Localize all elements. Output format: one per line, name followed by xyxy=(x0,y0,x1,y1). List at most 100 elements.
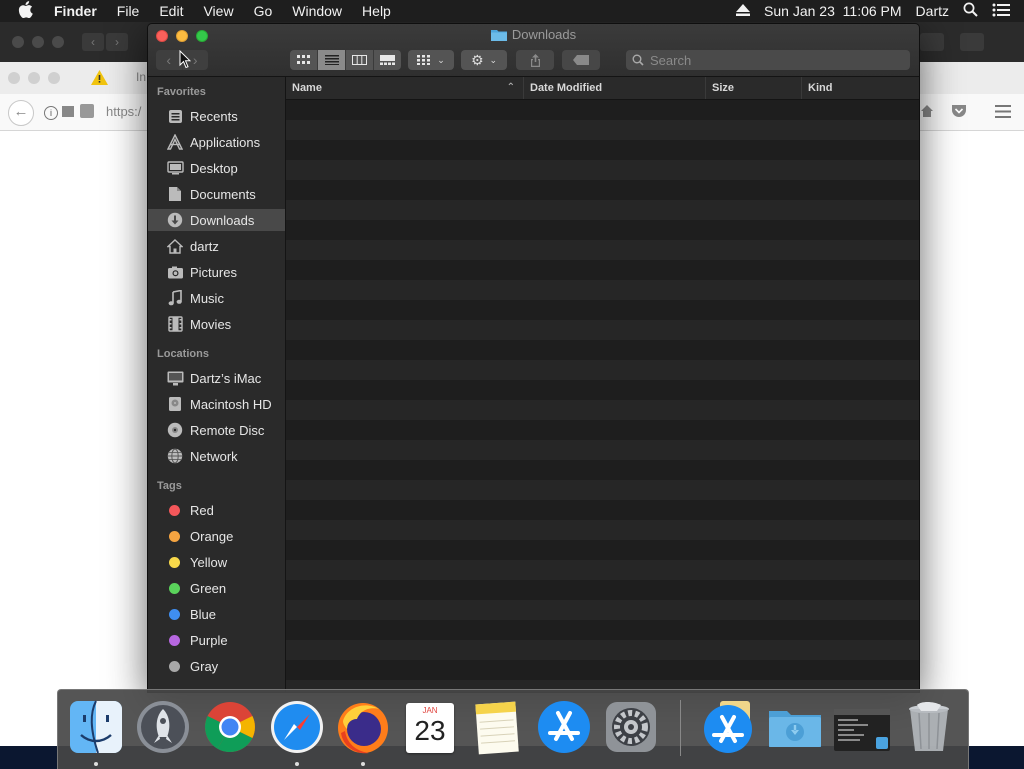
sidebar-tag-purple[interactable]: Purple xyxy=(148,629,285,651)
menu-go[interactable]: Go xyxy=(254,3,273,19)
yellow-tag-icon xyxy=(169,556,180,568)
sidebar-tag-blue[interactable]: Blue xyxy=(148,603,285,625)
list-view-button[interactable] xyxy=(318,50,346,70)
browser-close-button[interactable] xyxy=(12,36,24,48)
column-size-label: Size xyxy=(712,82,735,94)
calendar-day: 23 xyxy=(414,715,446,746)
menu-help[interactable]: Help xyxy=(362,3,391,19)
dock-safari[interactable] xyxy=(269,699,325,755)
network-icon xyxy=(166,448,184,464)
empty-row xyxy=(286,200,919,220)
empty-row xyxy=(286,160,919,180)
menu-edit[interactable]: Edit xyxy=(159,3,183,19)
sidebar-item-label: Movies xyxy=(190,316,232,332)
eject-icon[interactable] xyxy=(736,3,751,19)
sidebar-item-recents[interactable]: Recents xyxy=(148,105,285,127)
search-field[interactable] xyxy=(626,50,910,70)
sidebar-item-movies[interactable]: Movies xyxy=(148,313,285,335)
sidebar-item-applications[interactable]: Applications xyxy=(148,131,285,153)
column-date-modified[interactable]: Date Modified xyxy=(524,77,706,99)
dock-finder[interactable] xyxy=(68,699,124,755)
sidebar-item-downloads[interactable]: Downloads xyxy=(148,209,285,231)
dock-app-store[interactable] xyxy=(536,699,592,755)
column-view-button[interactable] xyxy=(346,50,374,70)
apple-menu-icon[interactable] xyxy=(18,1,38,21)
dock-firefox[interactable] xyxy=(335,699,391,755)
forward-arrow-icon[interactable]: › xyxy=(106,33,128,51)
sidebar-item-desktop[interactable]: Desktop xyxy=(148,157,285,179)
menu-view[interactable]: View xyxy=(203,3,233,19)
sidebar-item-label: dartz xyxy=(190,238,219,254)
menu-finder[interactable]: Finder xyxy=(54,3,97,19)
sidebar-item-documents[interactable]: Documents xyxy=(148,183,285,205)
sort-ascending-icon: ⌃ xyxy=(506,82,515,93)
sidebar-tag-red[interactable]: Red xyxy=(148,499,285,521)
dock-trash[interactable] xyxy=(901,699,957,755)
user-menu[interactable]: Dartz xyxy=(916,3,949,19)
sidebar-item-label: Downloads xyxy=(190,212,255,228)
empty-row xyxy=(286,280,919,300)
back-button[interactable]: ← xyxy=(8,100,34,126)
clock[interactable]: Sun Jan 23 11:06 PM xyxy=(764,3,902,19)
sidebar-tag-orange[interactable]: Orange xyxy=(148,525,285,547)
site-info-icon[interactable]: i xyxy=(44,106,58,120)
sidebar-section-favorites: Favorites xyxy=(157,86,206,98)
dock-downloads-folder[interactable] xyxy=(767,699,823,755)
mouse-pointer xyxy=(179,49,192,72)
sidebar-item-imac[interactable]: Dartz’s iMac xyxy=(148,367,285,389)
sidebar-tag-gray[interactable]: Gray xyxy=(148,655,285,677)
share-button[interactable] xyxy=(516,50,554,70)
action-menu-button[interactable]: ⚙ ⌄ xyxy=(461,50,507,70)
menu-window[interactable]: Window xyxy=(292,3,342,19)
sidebar-item-pictures[interactable]: Pictures xyxy=(148,261,285,283)
empty-row xyxy=(286,380,919,400)
browser-minimize-button[interactable] xyxy=(32,36,44,48)
pocket-icon[interactable] xyxy=(951,104,967,121)
edit-tags-button[interactable] xyxy=(562,50,600,70)
sidebar-section-tags: Tags xyxy=(157,480,182,492)
dock-terminal-window[interactable] xyxy=(834,699,890,755)
hamburger-menu-icon[interactable] xyxy=(995,105,1011,121)
gray-tag-icon xyxy=(169,660,180,672)
sidebar-tag-yellow[interactable]: Yellow xyxy=(148,551,285,573)
browser-tab[interactable]: In xyxy=(136,70,146,84)
empty-row xyxy=(286,500,919,520)
empty-row xyxy=(286,400,919,420)
browser-zoom-button[interactable] xyxy=(52,36,64,48)
sidebar-item-remote-disc[interactable]: Remote Disc xyxy=(148,419,285,441)
orange-tag-icon xyxy=(169,530,180,542)
home-icon[interactable] xyxy=(920,104,934,121)
finder-toolbar: Downloads ‹ › ⌄ ⚙ ⌄ xyxy=(148,24,919,77)
chevron-down-icon: ⌄ xyxy=(489,54,498,65)
column-size[interactable]: Size xyxy=(706,77,802,99)
sidebar-item-label: Red xyxy=(190,502,214,518)
url-bar[interactable]: https:/ xyxy=(106,104,141,119)
menu-file[interactable]: File xyxy=(117,3,140,19)
gallery-view-button[interactable] xyxy=(374,50,401,70)
icon-view-button[interactable] xyxy=(290,50,318,70)
dock-chrome[interactable] xyxy=(202,699,258,755)
empty-row xyxy=(286,320,919,340)
group-by-button[interactable]: ⌄ xyxy=(408,50,454,70)
dock-notes[interactable] xyxy=(469,699,525,755)
dock-system-preferences[interactable] xyxy=(603,699,659,755)
sidebar-item-network[interactable]: Network xyxy=(148,445,285,467)
dock-app-store-downloads[interactable] xyxy=(700,699,756,755)
empty-row xyxy=(286,660,919,680)
dock-launchpad[interactable] xyxy=(135,699,191,755)
notification-center-icon[interactable] xyxy=(992,3,1010,20)
sidebar-tag-green[interactable]: Green xyxy=(148,577,285,599)
tabs-overview-icon[interactable] xyxy=(960,33,984,51)
back-arrow-icon[interactable]: ‹ xyxy=(82,33,104,51)
column-name[interactable]: Name ⌃ xyxy=(286,77,524,99)
empty-row xyxy=(286,560,919,580)
sidebar-item-home[interactable]: dartz xyxy=(148,235,285,257)
column-kind[interactable]: Kind xyxy=(802,77,918,99)
sidebar-item-music[interactable]: Music xyxy=(148,287,285,309)
sidebar-item-macintosh-hd[interactable]: Macintosh HD xyxy=(148,393,285,415)
spotlight-search-icon[interactable] xyxy=(963,2,978,20)
column-date-label: Date Modified xyxy=(530,82,603,94)
search-input[interactable] xyxy=(650,52,900,68)
share-icon[interactable] xyxy=(920,33,944,51)
dock-calendar[interactable]: JAN 23 xyxy=(402,699,458,755)
